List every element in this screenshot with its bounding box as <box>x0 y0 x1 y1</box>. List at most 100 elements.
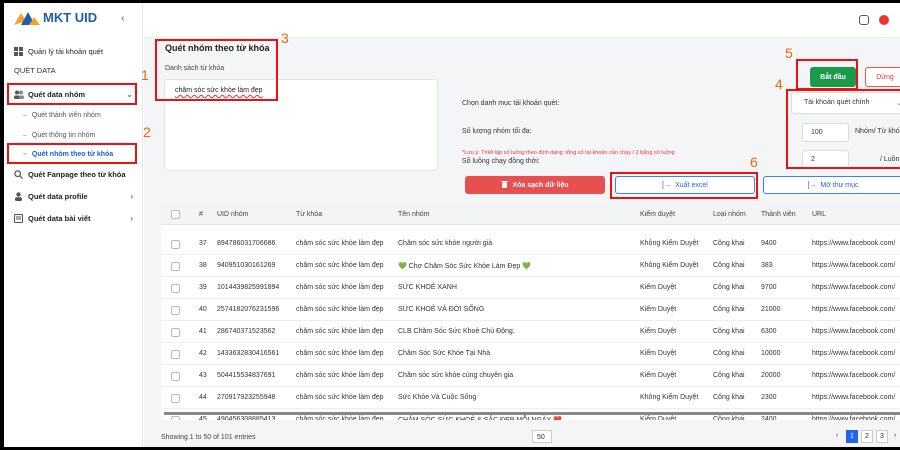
main-content: Quét nhóm theo từ khóa Danh sách từ khóa… <box>144 3 900 447</box>
table-row[interactable]: 39 1014439825991894 chăm sóc sức khỏe làm … <box>161 277 900 299</box>
row-keyword: chăm sóc sức khỏe làm đẹp <box>296 416 384 420</box>
row-members: 10000 <box>761 350 781 357</box>
row-url: https://www.facebook.com/ <box>812 306 896 313</box>
export-icon: [→ <box>662 181 672 189</box>
header-uid: UID nhóm <box>217 211 249 218</box>
row-members: 2400 <box>761 416 777 420</box>
collapse-sidebar-icon[interactable]: ‹ <box>121 13 124 24</box>
table-row[interactable]: 43 504415534837691 chăm sóc sức khỏe làm đ… <box>161 365 900 387</box>
row-checkbox[interactable] <box>171 240 180 249</box>
row-members: 9400 <box>761 240 777 247</box>
row-group-type: Công khai <box>713 416 745 420</box>
row-uid: 490456308885413 <box>217 416 276 420</box>
row-checkbox[interactable] <box>171 306 180 315</box>
keyword-textarea[interactable]: chăm sóc sức khỏe làm đẹp <box>164 79 438 171</box>
row-keyword: chăm sóc sức khỏe làm đẹp <box>296 394 384 401</box>
row-group-name: Chăm Sóc Sức Khỏe Tại Nhà <box>398 350 491 357</box>
table-row[interactable]: 40 2574182076231596 chăm sóc sức khỏe làm … <box>161 299 900 321</box>
sidebar: MKT UID ‹ Quản lý tài khoản quét QUÉT DA… <box>4 3 143 447</box>
row-index: 44 <box>199 394 207 401</box>
chevron-right-icon: › <box>130 213 133 223</box>
row-uid: 1433632830416561 <box>217 350 280 357</box>
account-category-select[interactable]: Tài khoản quét chính ⌄ <box>791 92 900 114</box>
app-name: MKT UID <box>43 10 98 25</box>
row-uid: 2574182076231596 <box>217 306 280 313</box>
entries-info: Showing 1 to 50 of 101 entries <box>161 434 256 441</box>
header-moderation: Kiểm duyệt <box>640 211 676 218</box>
next-page-button[interactable]: › <box>889 430 900 443</box>
horizontal-scrollbar[interactable] <box>164 412 900 415</box>
row-index: 37 <box>199 240 207 247</box>
row-checkbox[interactable] <box>171 350 180 359</box>
row-checkbox[interactable] <box>171 284 180 293</box>
row-moderation: Kiểm Duyệt <box>640 306 677 313</box>
row-group-type: Công khai <box>713 328 745 335</box>
open-folder-button[interactable]: [→ Mở thư mục <box>763 176 900 194</box>
sidebar-item-group-data[interactable]: Quét data nhóm ⌄ <box>4 84 143 104</box>
start-button[interactable]: Bắt đầu <box>810 67 856 87</box>
row-group-name: Chăm sóc sức khỏe cùng chuyên gia <box>398 372 514 379</box>
grid-icon <box>14 46 23 56</box>
row-group-type: Công khai <box>713 394 745 401</box>
sidebar-item-label: Quét data bài viết <box>28 213 91 223</box>
row-index: 42 <box>199 350 207 357</box>
row-moderation: Kiểm Duyệt <box>640 416 677 420</box>
table-row[interactable]: 37 894786031706686 chăm sóc sức khỏe làm đ… <box>161 233 900 255</box>
sidebar-item-fanpage-keyword[interactable]: Quét Fanpage theo từ khóa <box>4 164 143 184</box>
annotation-number-3: 3 <box>281 30 289 46</box>
sidebar-item-post-data[interactable]: Quét data bài viết › <box>4 208 143 228</box>
header-group-type: Loại nhóm <box>713 211 746 218</box>
row-url: https://www.facebook.com/ <box>812 416 896 420</box>
row-checkbox[interactable] <box>171 394 180 403</box>
max-groups-unit: Nhóm/ Từ khó <box>855 128 900 135</box>
table-row[interactable]: 38 940951030161269 chăm sóc sức khỏe làm đ… <box>161 255 900 277</box>
row-url: https://www.facebook.com/ <box>812 262 896 269</box>
table-header: # UID nhóm Từ khóa Tên nhóm Kiểm duyệt L… <box>161 203 900 225</box>
sidebar-item-profile-data[interactable]: Quét data profile › <box>4 186 143 206</box>
clear-data-button[interactable]: Xóa sạch dữ liệu <box>465 176 605 194</box>
sidebar-item-label: Quản lý tài khoản quét <box>28 46 104 56</box>
search-icon <box>14 169 23 179</box>
row-group-type: Công khai <box>713 372 745 379</box>
page-1-button[interactable]: 1 <box>846 430 858 443</box>
page-3-button[interactable]: 3 <box>876 430 888 443</box>
header-keyword: Từ khóa <box>296 211 323 218</box>
export-excel-button[interactable]: [→ Xuất excel <box>615 176 755 194</box>
row-moderation: Kiểm Duyệt <box>640 328 677 335</box>
page-2-button[interactable]: 2 <box>861 430 873 443</box>
results-table: # UID nhóm Từ khóa Tên nhóm Kiểm duyệt L… <box>161 203 900 420</box>
select-all-checkbox[interactable] <box>171 210 180 219</box>
row-moderation: Kiểm Duyệt <box>640 350 677 357</box>
page-size-select[interactable]: 50 <box>532 430 552 443</box>
sidebar-subitem-label: Quét nhóm theo từ khóa <box>31 150 114 158</box>
max-groups-input[interactable]: 100 <box>802 123 849 142</box>
sidebar-subitem-group-info[interactable]: – Quét thông tin nhóm <box>23 127 95 143</box>
threads-input[interactable]: 2 <box>802 150 849 169</box>
row-members: 383 <box>761 262 773 269</box>
row-checkbox[interactable] <box>171 372 180 381</box>
row-checkbox[interactable] <box>171 262 180 271</box>
row-group-name: 💚 Chợ Chăm Sóc Sức Khỏe Làm Đẹp 💚 <box>398 263 531 270</box>
sidebar-item-manage-accounts[interactable]: Quản lý tài khoản quét <box>4 41 143 61</box>
user-icon <box>14 191 23 201</box>
row-group-name: SỨC KHOẺ VÀ ĐỜI SỐNG <box>398 306 485 313</box>
row-checkbox[interactable] <box>171 328 180 337</box>
row-group-name: SỨC KHOẺ XANH <box>398 284 457 291</box>
sidebar-subitem-group-keyword[interactable]: – Quét nhóm theo từ khóa <box>23 146 113 162</box>
table-row[interactable]: 41 286740371523562 chăm sóc sức khỏe làm đ… <box>161 321 900 343</box>
window-icon[interactable] <box>859 15 869 25</box>
table-row[interactable]: 42 1433632830416561 chăm sóc sức khỏe làm … <box>161 343 900 365</box>
annotation-number-4: 4 <box>775 76 783 92</box>
row-checkbox[interactable] <box>171 416 180 420</box>
header-index: # <box>199 211 203 218</box>
row-members: 20000 <box>761 372 781 379</box>
page-title: Quét nhóm theo từ khóa <box>165 43 270 53</box>
prev-page-button[interactable]: ‹ <box>831 430 843 443</box>
row-group-type: Công khai <box>713 240 745 247</box>
table-row[interactable]: 44 270917923255948 chăm sóc sức khỏe làm đ… <box>161 387 900 409</box>
stop-button[interactable]: Dừng <box>865 67 900 87</box>
row-members: 21000 <box>761 306 781 313</box>
sidebar-subitem-group-members[interactable]: – Quét thành viên nhóm <box>23 107 101 123</box>
chevron-down-icon: ⌄ <box>126 89 133 99</box>
notification-icon[interactable] <box>879 15 889 25</box>
